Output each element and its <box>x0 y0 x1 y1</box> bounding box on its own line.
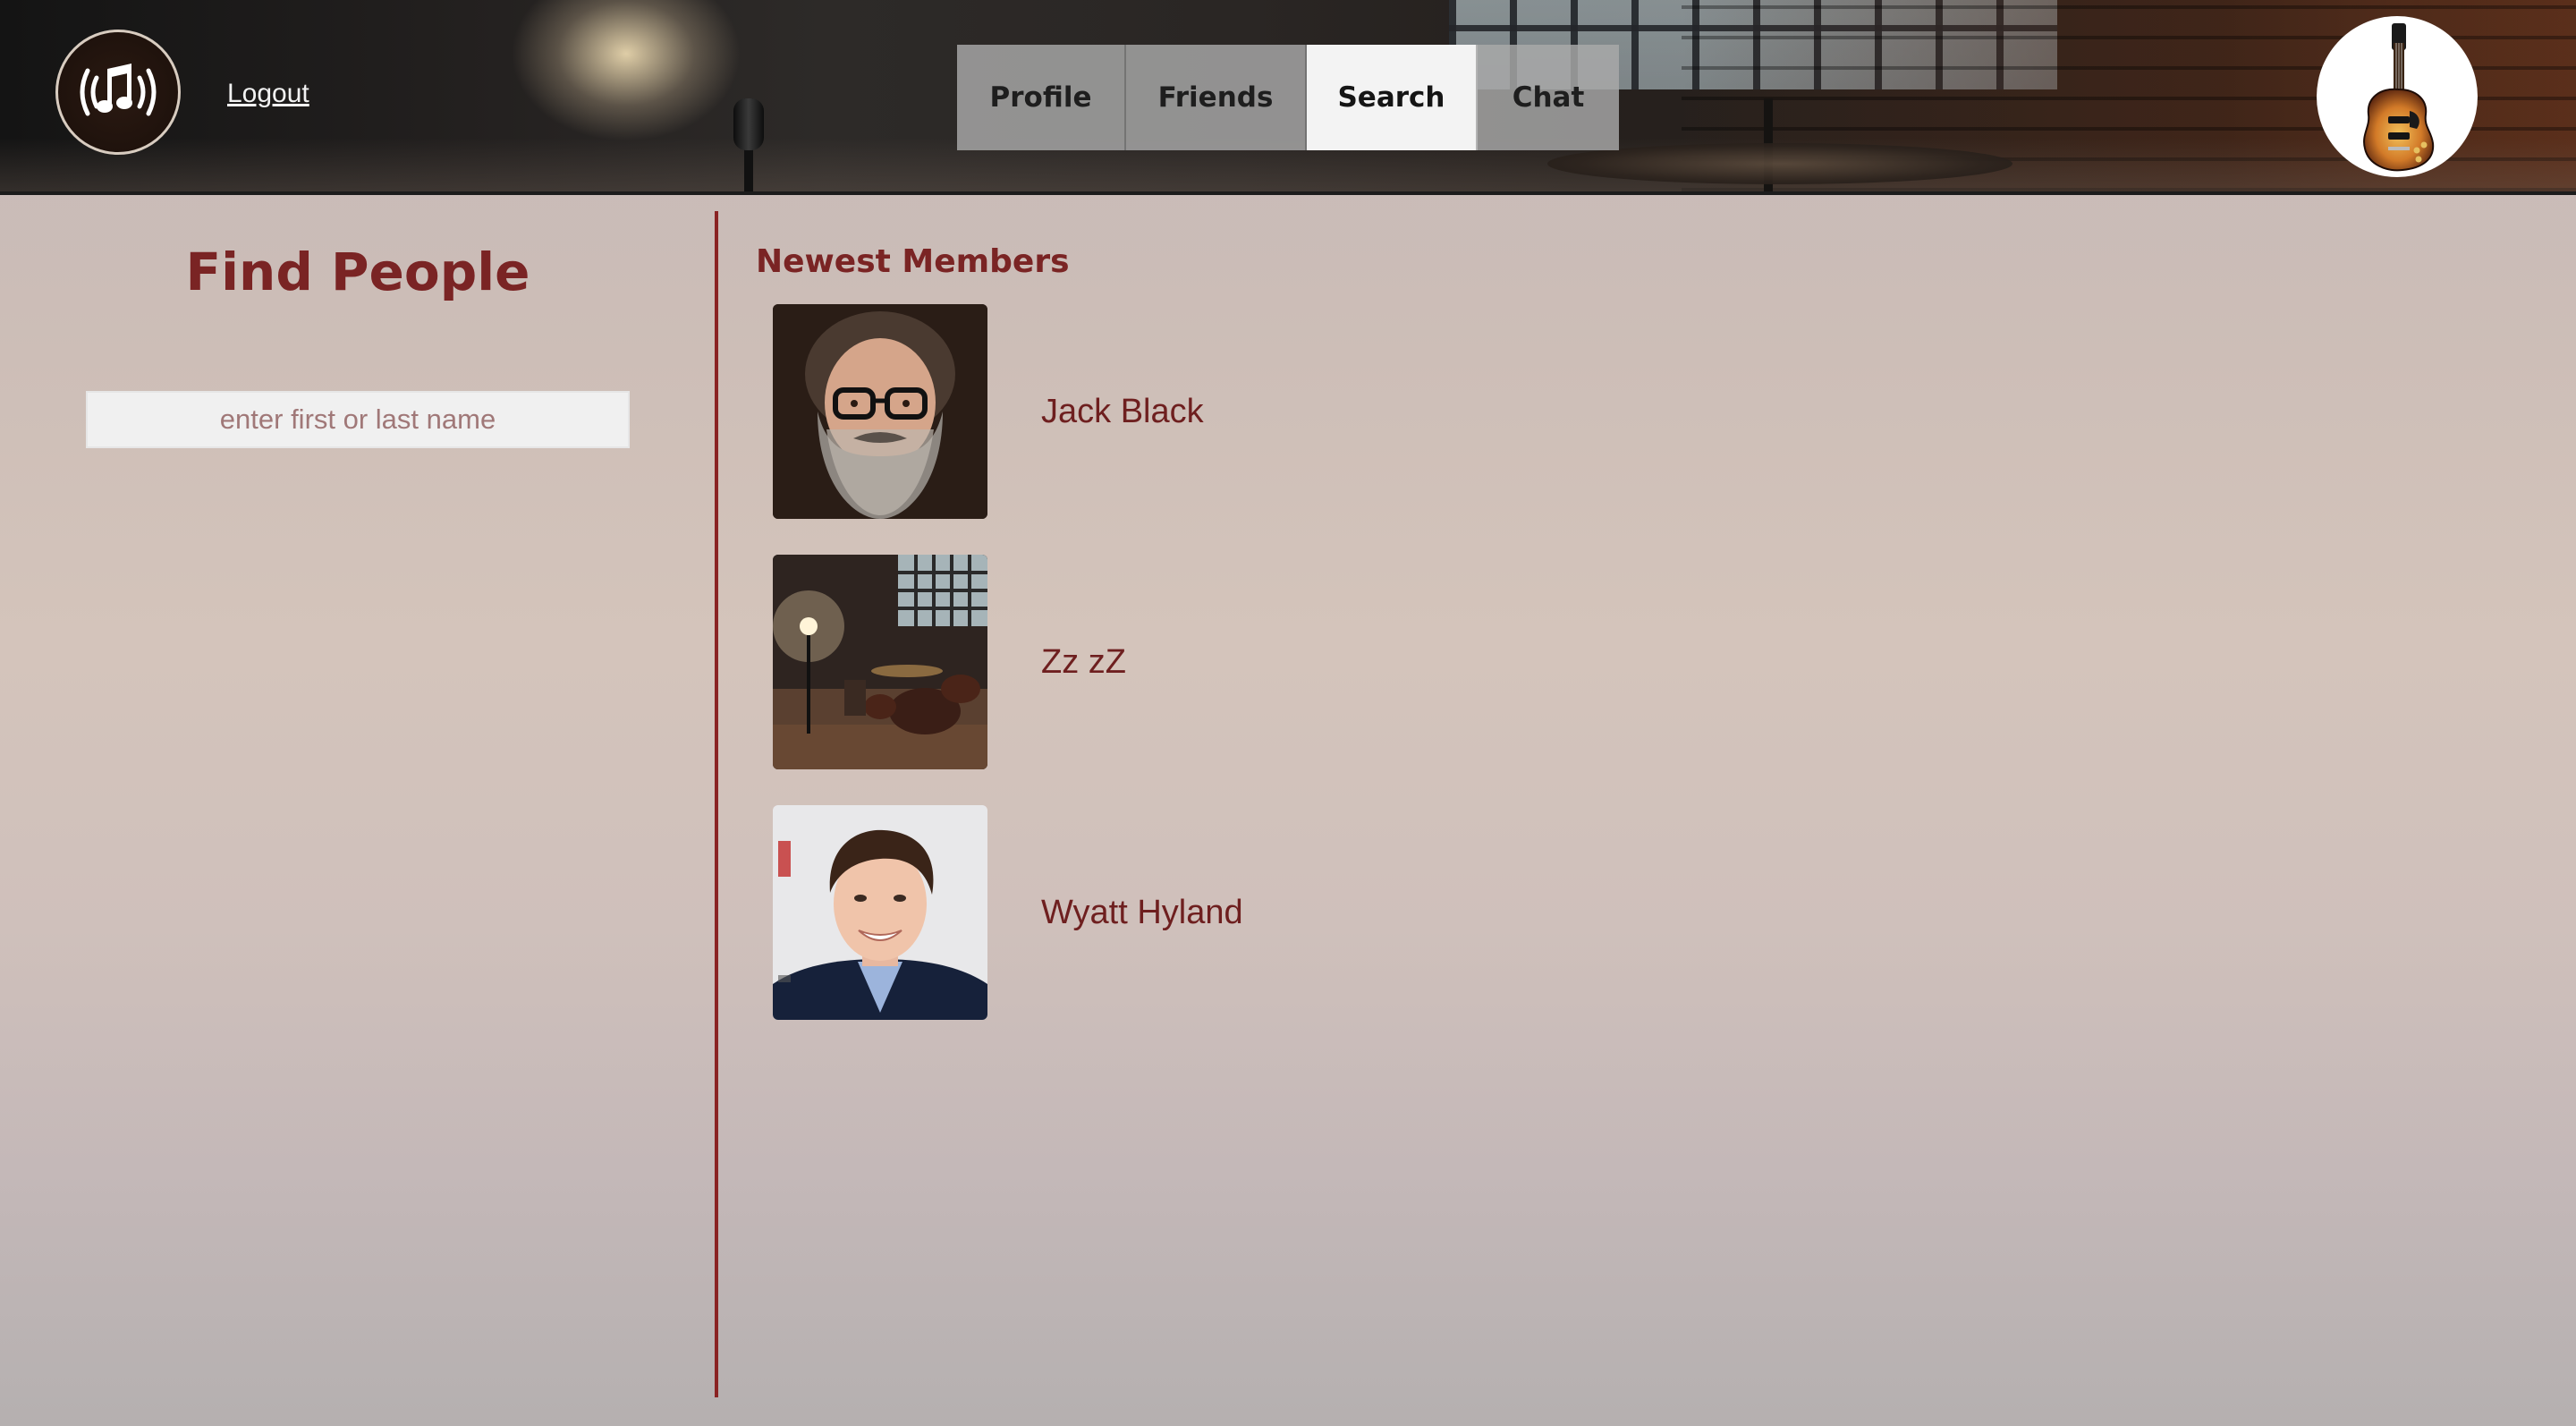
member-photo[interactable] <box>773 304 987 519</box>
newest-members-heading: Newest Members <box>756 243 1070 280</box>
member-name[interactable]: Zz zZ <box>1041 643 1126 682</box>
find-people-heading: Find People <box>185 242 530 302</box>
member-name[interactable]: Jack Black <box>1041 393 1204 431</box>
member-photo[interactable] <box>773 805 987 1020</box>
member-list-item[interactable]: Jack Black <box>773 304 1667 519</box>
main-nav: Profile Friends Search Chat <box>957 45 1619 150</box>
header-banner: Logout Profile Friends Search Chat <box>0 0 2576 195</box>
member-name[interactable]: Wyatt Hyland <box>1041 894 1243 932</box>
logo-svg <box>80 64 157 116</box>
panel-divider <box>715 211 718 1397</box>
smiling-man-photo <box>773 805 987 1020</box>
tab-profile[interactable]: Profile <box>957 45 1126 150</box>
member-photo[interactable] <box>773 555 987 769</box>
bearded-man-photo <box>773 304 987 519</box>
microphone-graphic <box>733 98 764 150</box>
member-list-item[interactable]: Wyatt Hyland <box>773 805 1667 1020</box>
logout-link[interactable]: Logout <box>227 79 309 109</box>
music-studio-photo <box>773 555 987 769</box>
name-search-input[interactable] <box>86 391 630 448</box>
tab-friends[interactable]: Friends <box>1126 45 1307 150</box>
user-avatar[interactable] <box>2317 16 2478 177</box>
guitar-icon <box>2363 23 2435 172</box>
tab-chat[interactable]: Chat <box>1478 45 1619 150</box>
tab-search[interactable]: Search <box>1307 45 1478 150</box>
music-note-broadcast-icon[interactable] <box>55 30 181 155</box>
member-list-item[interactable]: Zz zZ <box>773 555 1667 769</box>
